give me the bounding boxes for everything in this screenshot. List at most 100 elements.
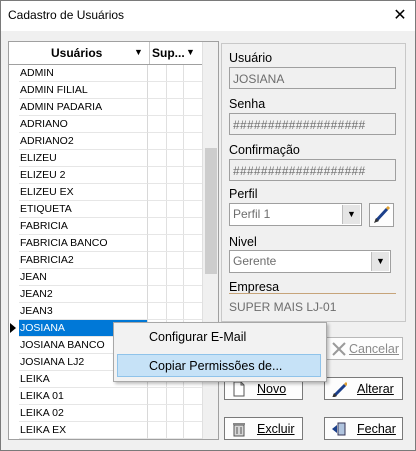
table-row[interactable]: ELIZEU — [9, 150, 202, 167]
supervisor-checkbox[interactable] — [166, 201, 184, 217]
cell-supervisor[interactable] — [148, 422, 202, 439]
chevron-down-icon[interactable]: ▼ — [371, 252, 389, 271]
column-label-supervisor: Sup... — [152, 46, 185, 60]
senha-field[interactable]: ################### — [229, 113, 396, 135]
cell-username[interactable]: ADMIN PADARIA — [19, 99, 148, 116]
supervisor-checkbox[interactable] — [166, 82, 184, 98]
table-row[interactable]: ELIZEU 2 — [9, 167, 202, 184]
cell-username[interactable]: ETIQUETA — [19, 201, 148, 218]
supervisor-checkbox[interactable] — [166, 184, 184, 200]
cell-supervisor[interactable] — [148, 99, 202, 116]
supervisor-checkbox[interactable] — [166, 167, 184, 183]
chevron-down-icon[interactable]: ▼ — [342, 205, 360, 224]
nivel-select[interactable]: Gerente ▼ — [229, 250, 391, 273]
sort-arrow-icon[interactable]: ▼ — [186, 42, 195, 63]
close-button[interactable]: Fechar — [324, 417, 403, 440]
table-row[interactable]: FABRICIA — [9, 218, 202, 235]
supervisor-checkbox[interactable] — [166, 218, 184, 234]
cell-supervisor[interactable] — [148, 150, 202, 167]
cell-username[interactable]: ELIZEU 2 — [19, 167, 148, 184]
cell-supervisor[interactable] — [148, 184, 202, 201]
cell-supervisor[interactable] — [148, 116, 202, 133]
grid-header: Usuários ▼ Sup... ▼ — [9, 42, 202, 65]
supervisor-checkbox[interactable] — [166, 286, 184, 302]
senha-label: Senha — [229, 97, 266, 111]
column-header-usuarios[interactable]: Usuários ▼ — [19, 42, 150, 64]
cell-username[interactable]: JEAN3 — [19, 303, 148, 320]
cell-supervisor[interactable] — [148, 286, 202, 303]
supervisor-checkbox[interactable] — [166, 303, 184, 319]
table-row[interactable]: ADMIN — [9, 65, 202, 82]
menu-item-copiar-permissoes[interactable]: Copiar Permissões de... — [117, 354, 321, 377]
supervisor-checkbox[interactable] — [166, 235, 184, 251]
table-row[interactable]: ETIQUETA — [9, 201, 202, 218]
table-row[interactable]: LEIKA 02 — [9, 405, 202, 422]
perfil-select[interactable]: Perfil 1 ▼ — [229, 203, 362, 226]
cell-username[interactable]: JEAN — [19, 269, 148, 286]
cell-username[interactable]: FABRICIA BANCO — [19, 235, 148, 252]
scrollbar-thumb[interactable] — [205, 148, 217, 274]
table-row[interactable]: ADMIN PADARIA — [9, 99, 202, 116]
supervisor-checkbox[interactable] — [166, 150, 184, 166]
confirmacao-field[interactable]: ################### — [229, 159, 396, 181]
cell-supervisor[interactable] — [148, 201, 202, 218]
cell-username[interactable]: ELIZEU EX — [19, 184, 148, 201]
cell-supervisor[interactable] — [148, 82, 202, 99]
supervisor-checkbox[interactable] — [166, 65, 184, 81]
cell-username[interactable]: FABRICIA2 — [19, 252, 148, 269]
cancel-x-icon — [332, 342, 346, 356]
table-row[interactable]: JEAN — [9, 269, 202, 286]
cancel-button[interactable]: Cancelar — [324, 337, 403, 360]
cell-username[interactable]: FABRICIA — [19, 218, 148, 235]
cell-username[interactable]: LEIKA 02 — [19, 405, 148, 422]
alter-button[interactable]: Alterar — [324, 377, 403, 400]
table-row[interactable]: ADRIANO — [9, 116, 202, 133]
table-row[interactable]: ADRIANO2 — [9, 133, 202, 150]
cell-supervisor[interactable] — [148, 133, 202, 150]
cell-supervisor[interactable] — [148, 269, 202, 286]
close-icon[interactable]: ✕ — [385, 1, 415, 31]
cancel-label: Cancelar — [349, 342, 400, 356]
cell-username[interactable]: JEAN2 — [19, 286, 148, 303]
cell-username[interactable]: ADRIANO — [19, 116, 148, 133]
table-row[interactable]: LEIKA 01 — [9, 388, 202, 405]
supervisor-checkbox[interactable] — [166, 252, 184, 268]
cell-supervisor[interactable] — [148, 65, 202, 82]
cell-supervisor[interactable] — [148, 218, 202, 235]
cell-username[interactable]: ADMIN FILIAL — [19, 82, 148, 99]
table-row[interactable]: FABRICIA BANCO — [9, 235, 202, 252]
column-header-supervisor[interactable]: Sup... ▼ — [150, 42, 202, 64]
perfil-edit-button[interactable] — [369, 203, 394, 227]
usuario-field[interactable]: JOSIANA — [229, 67, 396, 89]
table-row[interactable]: JEAN3 — [9, 303, 202, 320]
table-row[interactable]: JEAN2 — [9, 286, 202, 303]
cell-username[interactable]: LEIKA EX — [19, 422, 148, 439]
table-row[interactable]: LEIKA EX — [9, 422, 202, 439]
supervisor-checkbox[interactable] — [166, 269, 184, 285]
table-row[interactable]: ELIZEU EX — [9, 184, 202, 201]
supervisor-checkbox[interactable] — [166, 388, 184, 404]
cell-supervisor[interactable] — [148, 405, 202, 422]
menu-item-label: Configurar E-Mail — [149, 330, 247, 344]
supervisor-checkbox[interactable] — [166, 405, 184, 421]
cell-username[interactable]: LEIKA 01 — [19, 388, 148, 405]
table-row[interactable]: ADMIN FILIAL — [9, 82, 202, 99]
supervisor-checkbox[interactable] — [166, 116, 184, 132]
empresa-label: Empresa — [229, 280, 280, 294]
sort-arrow-icon[interactable]: ▼ — [134, 42, 143, 63]
cell-supervisor[interactable] — [148, 303, 202, 320]
menu-item-configurar-email[interactable]: Configurar E-Mail — [117, 326, 321, 349]
cell-supervisor[interactable] — [148, 167, 202, 184]
supervisor-checkbox[interactable] — [166, 99, 184, 115]
cell-supervisor[interactable] — [148, 252, 202, 269]
supervisor-checkbox[interactable] — [166, 133, 184, 149]
cell-supervisor[interactable] — [148, 235, 202, 252]
table-row[interactable]: FABRICIA2 — [9, 252, 202, 269]
supervisor-checkbox[interactable] — [166, 422, 184, 438]
cell-username[interactable]: ADRIANO2 — [19, 133, 148, 150]
cell-username[interactable]: ADMIN — [19, 65, 148, 82]
cell-username[interactable]: ELIZEU — [19, 150, 148, 167]
delete-button[interactable]: Excluir — [224, 417, 303, 440]
exit-door-icon — [332, 422, 346, 436]
cell-supervisor[interactable] — [148, 388, 202, 405]
